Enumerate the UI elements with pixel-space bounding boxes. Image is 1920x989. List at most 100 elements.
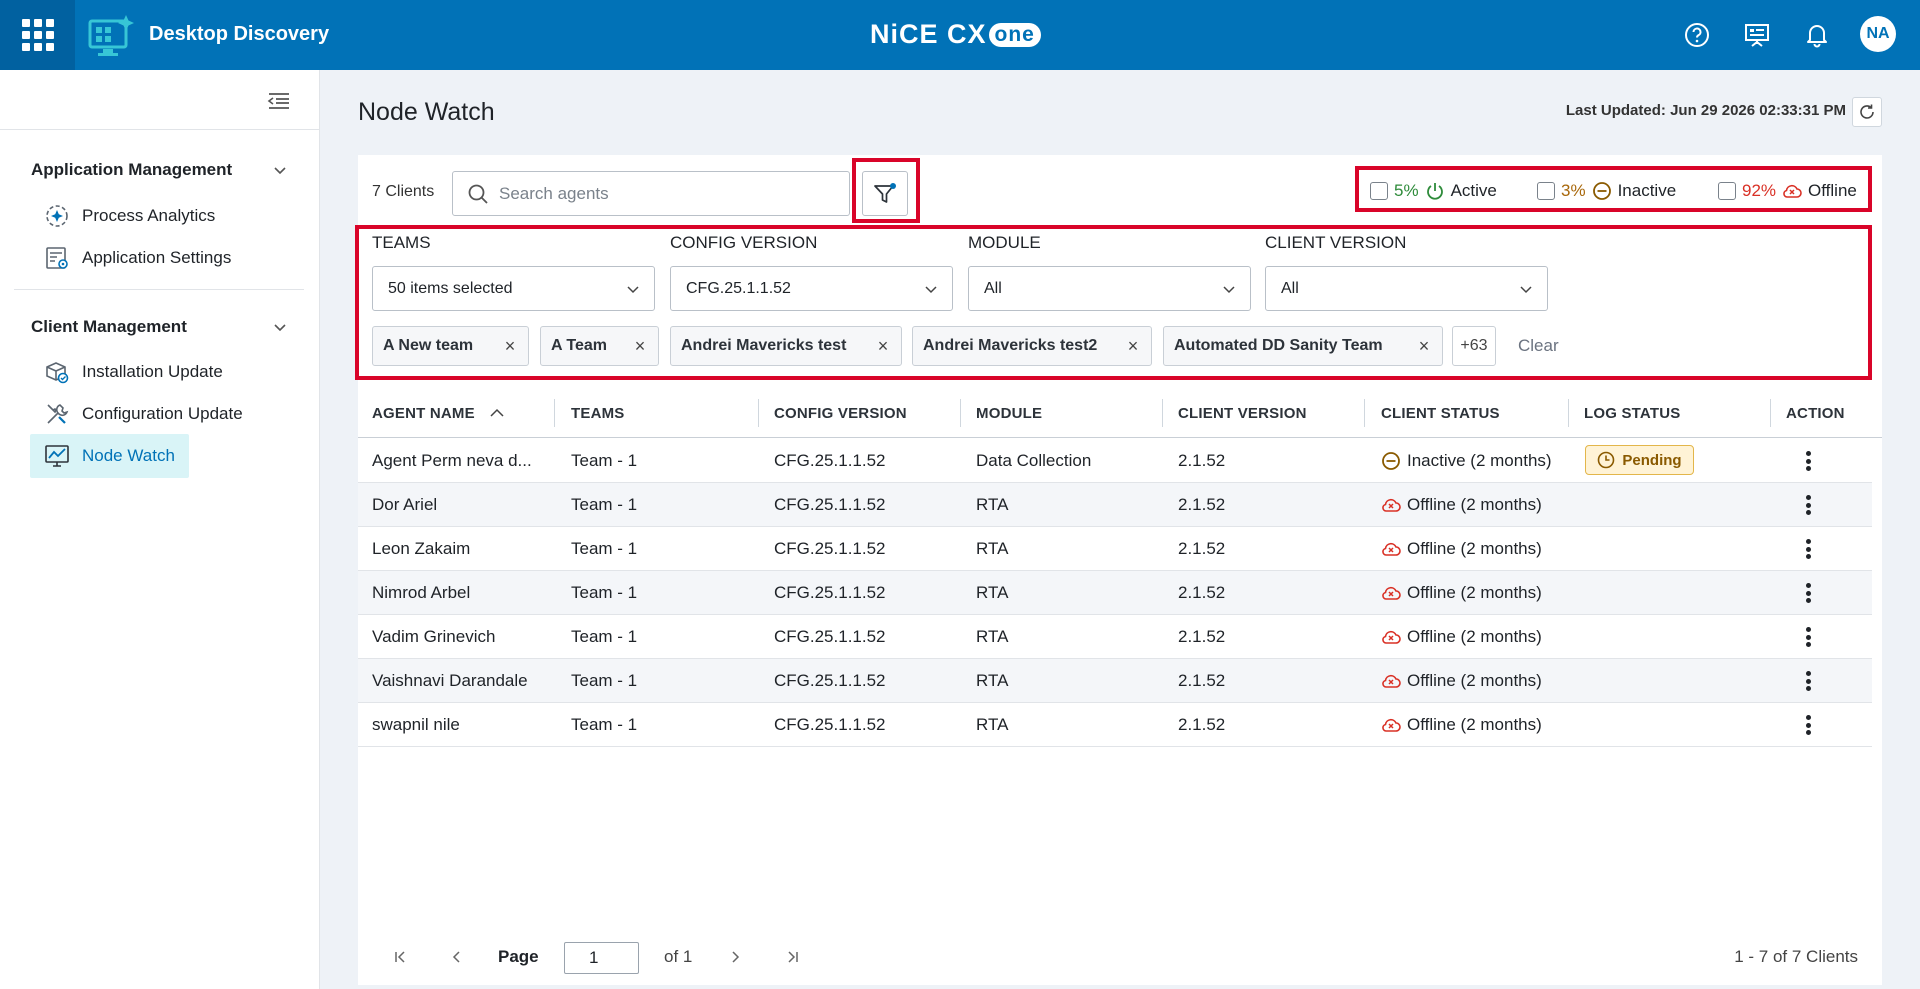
page-label: Page: [498, 947, 539, 966]
column-header-action: ACTION: [1786, 404, 1845, 422]
filter-button[interactable]: [862, 171, 908, 216]
active-checkbox[interactable]: [1370, 182, 1388, 200]
inactive-checkbox[interactable]: [1537, 182, 1555, 200]
active-label: Active: [1450, 181, 1497, 200]
agent-client-version: 2.1.52: [1178, 451, 1226, 470]
chevron-down-icon[interactable]: [272, 319, 288, 335]
cloud-offline-icon: [1382, 586, 1401, 600]
remove-chip-icon[interactable]: ×: [502, 336, 518, 356]
table-row[interactable]: Leon Zakaim Team - 1 CFG.25.1.1.52 RTA 2…: [358, 527, 1872, 571]
column-header-client-version[interactable]: CLIENT VERSION: [1178, 388, 1307, 438]
remove-chip-icon[interactable]: ×: [1125, 336, 1141, 356]
agent-client-version: 2.1.52: [1178, 715, 1226, 734]
module-select[interactable]: All: [968, 266, 1251, 311]
collapse-sidebar-icon[interactable]: [266, 90, 292, 112]
page-title: Node Watch: [358, 98, 495, 126]
app-launcher-button[interactable]: [0, 0, 75, 70]
sidebar-item-label: Process Analytics: [82, 206, 216, 225]
client-version-select-value: All: [1281, 279, 1299, 297]
column-divider: [554, 399, 555, 427]
node-watch-icon: [45, 445, 69, 467]
client-status: Offline (2 months): [1381, 571, 1542, 615]
sidebar-item-process-analytics[interactable]: Process Analytics: [30, 194, 229, 238]
sort-ascending-icon[interactable]: [489, 407, 505, 419]
column-header-config-version[interactable]: CONFIG VERSION: [774, 388, 907, 438]
column-header-client-status[interactable]: CLIENT STATUS: [1381, 388, 1500, 438]
agent-name: Vaishnavi Darandale: [372, 671, 528, 690]
column-header-agent-name[interactable]: AGENT NAME: [372, 388, 505, 438]
chevron-down-icon: [1223, 286, 1235, 294]
row-actions-menu-icon[interactable]: [1802, 537, 1814, 561]
table-row[interactable]: Dor Ariel Team - 1 CFG.25.1.1.52 RTA 2.1…: [358, 483, 1872, 527]
status-filter-inactive[interactable]: 3% Inactive: [1537, 181, 1676, 201]
sidebar-item-configuration-update[interactable]: Configuration Update: [30, 392, 257, 436]
row-actions-menu-icon[interactable]: [1802, 625, 1814, 649]
logo-text: NiCE CX: [870, 19, 987, 49]
row-actions-menu-icon[interactable]: [1802, 669, 1814, 693]
status-filter-offline[interactable]: 92% Offline: [1718, 181, 1857, 201]
offline-label: Offline: [1808, 181, 1857, 200]
previous-page-icon[interactable]: [447, 947, 467, 967]
section-divider: [14, 289, 304, 290]
filter-icon: [874, 182, 896, 203]
table-row[interactable]: swapnil nile Team - 1 CFG.25.1.1.52 RTA …: [358, 703, 1872, 747]
user-avatar[interactable]: NA: [1860, 16, 1896, 52]
remove-chip-icon[interactable]: ×: [1416, 336, 1432, 356]
refresh-button[interactable]: [1852, 97, 1882, 127]
notifications-bell-icon[interactable]: [1802, 20, 1832, 50]
teams-select-value: 50 items selected: [388, 279, 513, 297]
search-icon: [468, 184, 488, 204]
sidebar-item-node-watch[interactable]: Node Watch: [30, 434, 189, 478]
client-status: Offline (2 months): [1381, 615, 1542, 659]
client-status: Offline (2 months): [1381, 483, 1542, 527]
help-icon[interactable]: [1682, 20, 1712, 50]
agent-module: RTA: [976, 715, 1009, 734]
agent-module: RTA: [976, 671, 1009, 690]
config-version-filter-label: CONFIG VERSION: [670, 233, 818, 252]
presentation-board-icon[interactable]: [1742, 20, 1772, 50]
column-header-teams[interactable]: TEAMS: [571, 388, 625, 438]
agent-config-version: CFG.25.1.1.52: [774, 671, 886, 690]
clear-filters-link[interactable]: Clear: [1518, 336, 1559, 356]
chip-label: Automated DD Sanity Team: [1174, 337, 1383, 354]
agent-team: Team - 1: [571, 671, 638, 690]
agent-client-version: 2.1.52: [1178, 495, 1226, 514]
chevron-down-icon[interactable]: [272, 162, 288, 178]
column-divider: [1162, 399, 1163, 427]
remove-chip-icon[interactable]: ×: [632, 336, 648, 356]
offline-checkbox[interactable]: [1718, 182, 1736, 200]
table-row[interactable]: Agent Perm neva d... Team - 1 CFG.25.1.1…: [358, 439, 1872, 483]
power-icon: [1426, 183, 1443, 200]
table-row[interactable]: Vadim Grinevich Team - 1 CFG.25.1.1.52 R…: [358, 615, 1872, 659]
client-status-text: Offline (2 months): [1407, 539, 1542, 558]
client-status: Offline (2 months): [1381, 659, 1542, 703]
row-actions-menu-icon[interactable]: [1802, 449, 1814, 473]
column-header-log-status[interactable]: LOG STATUS: [1584, 388, 1680, 438]
team-chip: A Team ×: [540, 326, 659, 366]
section-application-management[interactable]: Application Management: [31, 160, 232, 180]
section-client-management[interactable]: Client Management: [31, 317, 187, 337]
row-actions-menu-icon[interactable]: [1802, 713, 1814, 737]
status-filter-active[interactable]: 5% Active: [1370, 181, 1497, 201]
table-row[interactable]: Vaishnavi Darandale Team - 1 CFG.25.1.1.…: [358, 659, 1872, 703]
table-row[interactable]: Nimrod Arbel Team - 1 CFG.25.1.1.52 RTA …: [358, 571, 1872, 615]
chevron-down-icon: [627, 286, 639, 294]
first-page-icon[interactable]: [390, 947, 410, 967]
row-actions-menu-icon[interactable]: [1802, 493, 1814, 517]
search-input[interactable]: [499, 183, 839, 204]
agent-config-version: CFG.25.1.1.52: [774, 715, 886, 734]
sidebar-item-installation-update[interactable]: Installation Update: [30, 350, 237, 394]
teams-select[interactable]: 50 items selected: [372, 266, 655, 311]
sidebar-item-application-settings[interactable]: Application Settings: [30, 236, 245, 280]
row-actions-menu-icon[interactable]: [1802, 581, 1814, 605]
last-page-icon[interactable]: [783, 947, 803, 967]
next-page-icon[interactable]: [725, 947, 745, 967]
remove-chip-icon[interactable]: ×: [875, 336, 891, 356]
column-divider: [758, 399, 759, 427]
more-chips-button[interactable]: +63: [1452, 326, 1496, 366]
column-header-module[interactable]: MODULE: [976, 388, 1042, 438]
config-version-select[interactable]: CFG.25.1.1.52: [670, 266, 953, 311]
page-number-input[interactable]: [564, 942, 639, 974]
client-version-select[interactable]: All: [1265, 266, 1548, 311]
team-chip: Automated DD Sanity Team ×: [1163, 326, 1443, 366]
